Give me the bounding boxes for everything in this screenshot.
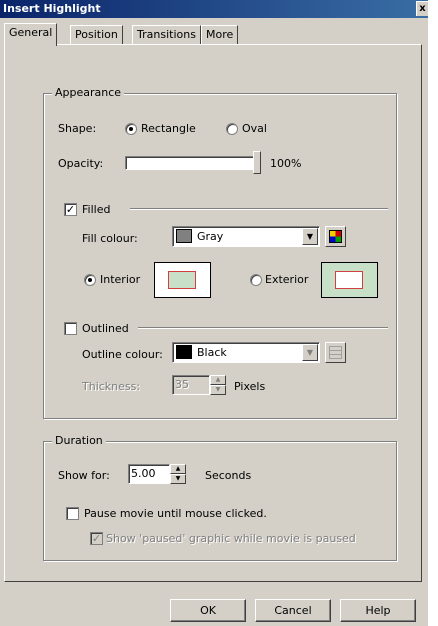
duration-group: Duration Show for: 5.00 ▲ ▼ Seconds Paus… bbox=[43, 434, 397, 561]
outline-colour-label: Outline colour: bbox=[82, 348, 163, 361]
help-button[interactable]: Help bbox=[340, 599, 416, 622]
show-for-unit: Seconds bbox=[205, 469, 252, 482]
filled-label[interactable]: Filled bbox=[82, 203, 110, 216]
tab-transitions[interactable]: Transitions bbox=[132, 25, 201, 45]
interior-preview-box bbox=[168, 271, 196, 289]
color-grid-icon bbox=[329, 230, 342, 243]
outline-colour-swatch bbox=[176, 345, 192, 359]
tab-more[interactable]: More bbox=[201, 25, 239, 45]
close-button[interactable]: x bbox=[416, 1, 428, 16]
exterior-preview[interactable] bbox=[321, 262, 378, 298]
show-paused-graphic-label[interactable]: Show 'paused' graphic while movie is pau… bbox=[106, 532, 356, 545]
appearance-legend: Appearance bbox=[52, 86, 125, 99]
dialog-title: Insert Highlight bbox=[3, 2, 101, 15]
color-grid-disabled-icon bbox=[329, 346, 342, 359]
spinner-down-icon[interactable]: ▼ bbox=[170, 474, 186, 484]
interior-label[interactable]: Interior bbox=[100, 273, 140, 286]
outline-colour-value: Black bbox=[197, 346, 227, 359]
outlined-checkbox[interactable] bbox=[64, 322, 77, 335]
fill-colour-dropdown[interactable]: Gray ▼ bbox=[172, 226, 320, 247]
interior-preview[interactable] bbox=[154, 262, 211, 298]
shape-oval-radio[interactable] bbox=[226, 123, 238, 135]
outline-colour-dropdown-arrow-icon[interactable]: ▼ bbox=[302, 344, 318, 361]
thickness-value: 35 bbox=[175, 378, 189, 391]
exterior-radio[interactable] bbox=[250, 274, 262, 286]
opacity-value: 100% bbox=[270, 157, 302, 170]
outline-colour-picker-button[interactable] bbox=[325, 342, 346, 363]
show-for-spinner[interactable]: ▲ ▼ bbox=[170, 464, 186, 484]
shape-oval-label[interactable]: Oval bbox=[242, 122, 267, 135]
opacity-label: Opacity: bbox=[58, 157, 104, 170]
shape-rectangle-label[interactable]: Rectangle bbox=[141, 122, 196, 135]
outlined-separator bbox=[138, 327, 388, 329]
filled-checkbox[interactable]: ✓ bbox=[64, 203, 77, 216]
tab-position[interactable]: Position bbox=[70, 25, 123, 45]
general-tab-panel: Appearance Shape: Rectangle Oval Opacity… bbox=[4, 44, 422, 582]
exterior-label[interactable]: Exterior bbox=[265, 273, 308, 286]
fill-colour-dropdown-arrow-icon[interactable]: ▼ bbox=[302, 228, 318, 245]
filled-separator bbox=[130, 208, 388, 210]
spinner-down-icon[interactable]: ▼ bbox=[210, 385, 226, 395]
fill-colour-swatch bbox=[176, 229, 192, 243]
spinner-up-icon[interactable]: ▲ bbox=[170, 464, 186, 474]
fill-colour-value: Gray bbox=[197, 230, 224, 243]
fill-colour-label: Fill colour: bbox=[82, 232, 138, 245]
appearance-group: Appearance Shape: Rectangle Oval Opacity… bbox=[43, 86, 397, 419]
opacity-slider-track[interactable] bbox=[125, 156, 257, 170]
pause-movie-checkbox[interactable] bbox=[66, 507, 79, 520]
outlined-label[interactable]: Outlined bbox=[82, 322, 129, 335]
shape-rectangle-radio[interactable] bbox=[125, 123, 137, 135]
shape-label: Shape: bbox=[58, 122, 97, 135]
thickness-spinner[interactable]: ▲ ▼ bbox=[210, 375, 226, 395]
thickness-label: Thickness: bbox=[82, 380, 141, 393]
duration-legend: Duration bbox=[52, 434, 106, 447]
exterior-preview-box bbox=[335, 271, 363, 289]
opacity-slider-thumb[interactable] bbox=[253, 151, 261, 174]
outline-colour-dropdown[interactable]: Black ▼ bbox=[172, 342, 320, 363]
show-for-input[interactable]: 5.00 bbox=[128, 464, 170, 484]
ok-button[interactable]: OK bbox=[170, 599, 246, 622]
thickness-unit: Pixels bbox=[234, 380, 266, 393]
fill-colour-picker-button[interactable] bbox=[325, 226, 346, 247]
show-for-value: 5.00 bbox=[131, 467, 156, 480]
spinner-up-icon[interactable]: ▲ bbox=[210, 375, 226, 385]
show-for-label: Show for: bbox=[58, 469, 110, 482]
interior-radio[interactable] bbox=[84, 274, 96, 286]
title-bar: Insert Highlight x bbox=[0, 0, 428, 18]
insert-highlight-dialog: Insert Highlight x General Position Tran… bbox=[0, 0, 428, 626]
thickness-input[interactable]: 35 bbox=[172, 375, 210, 395]
pause-movie-label[interactable]: Pause movie until mouse clicked. bbox=[84, 507, 267, 520]
show-paused-graphic-checkbox[interactable]: ✓ bbox=[90, 532, 103, 545]
tab-general[interactable]: General bbox=[4, 23, 58, 46]
cancel-button[interactable]: Cancel bbox=[255, 599, 331, 622]
